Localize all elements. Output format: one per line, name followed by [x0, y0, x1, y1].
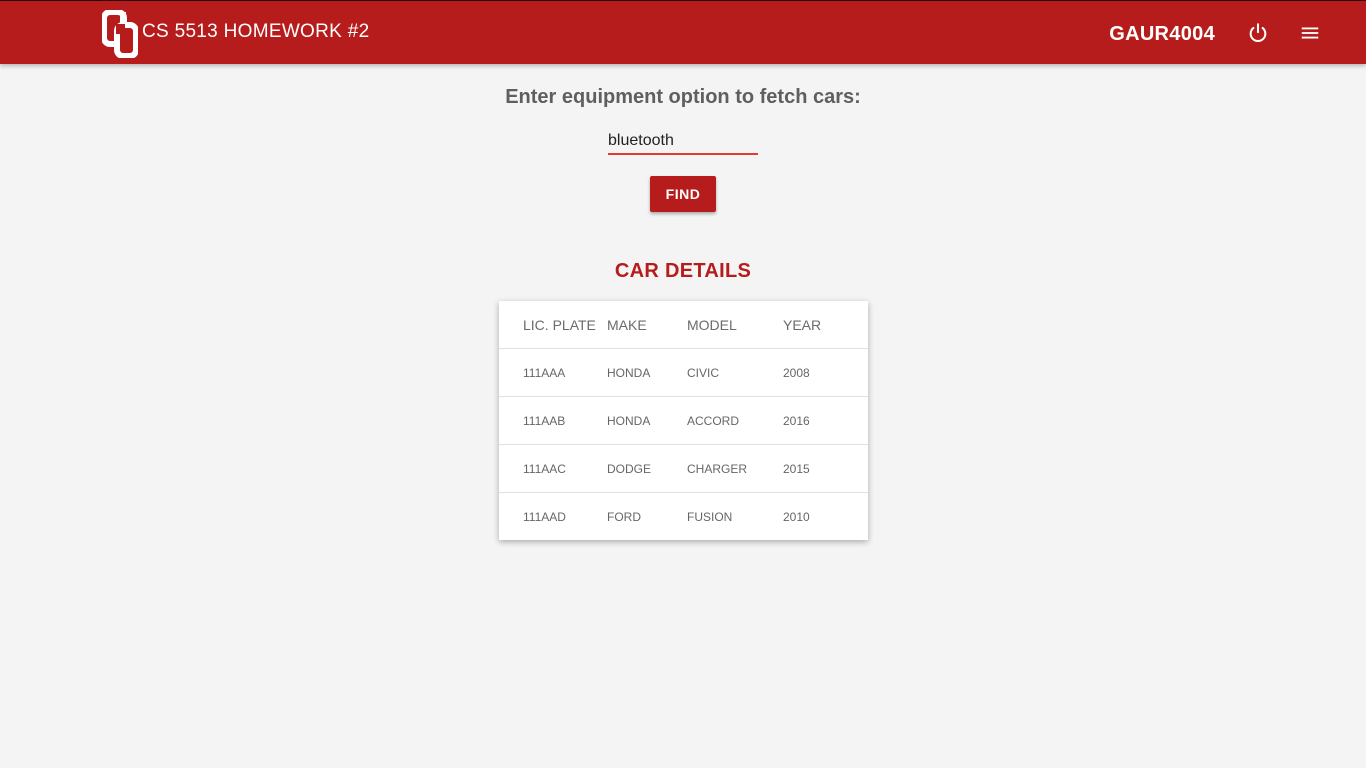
cell-plate: 111AAB	[499, 396, 607, 445]
cell-make: HONDA	[607, 396, 687, 445]
ou-logo-icon[interactable]	[102, 10, 138, 58]
cell-plate: 111AAD	[523, 509, 566, 524]
column-header-make: MAKE	[607, 301, 687, 349]
cell-model: ACCORD	[687, 396, 783, 445]
table-row: 111AAD FORD FUSION 2010	[499, 493, 868, 541]
cell-year: 2015	[783, 444, 868, 493]
menu-icon	[1301, 27, 1319, 39]
column-header-plate: LIC. PLATE	[499, 301, 607, 349]
cell-model: FUSION	[687, 509, 733, 524]
cell-year: 2008	[783, 348, 868, 397]
cell-year: 2016	[783, 396, 868, 445]
results-title: CAR DETAILS	[614, 260, 752, 282]
column-header-model: MODEL	[687, 301, 783, 349]
car-details-card: LIC. PLATE MAKE MODEL YEAR 111AAA HONDA …	[499, 301, 868, 540]
search-prompt: Enter equipment option to fetch cars:	[505, 86, 861, 108]
table-header-row: LIC. PLATE MAKE MODEL YEAR	[499, 301, 868, 349]
logout-button[interactable]	[1246, 21, 1270, 45]
table-row: 111AAC DODGE CHARGER 2015	[499, 444, 868, 493]
cell-model: CIVIC	[687, 348, 783, 397]
app-title: CS 5513 HOMEWORK #2	[142, 21, 370, 42]
cell-plate: 111AAC	[499, 444, 607, 493]
cell-make: DODGE	[607, 444, 687, 493]
cell-make: FORD	[607, 509, 641, 524]
cell-plate: 111AAA	[499, 348, 607, 397]
cell-year: 2010	[783, 509, 810, 524]
power-icon	[1249, 23, 1267, 42]
column-header-year: YEAR	[783, 301, 868, 349]
table-row: 111AAA HONDA CIVIC 2008	[499, 348, 868, 397]
cell-model: CHARGER	[687, 444, 783, 493]
menu-button[interactable]	[1298, 21, 1322, 45]
table-row: 111AAB HONDA ACCORD 2016	[499, 396, 868, 445]
username-label: GAUR4004	[1109, 23, 1215, 45]
car-details-table: LIC. PLATE MAKE MODEL YEAR 111AAA HONDA …	[499, 301, 868, 540]
app-header: CS 5513 HOMEWORK #2 GAUR4004	[0, 0, 1366, 64]
find-button[interactable]: FIND	[650, 176, 716, 212]
cell-make: HONDA	[607, 348, 687, 397]
equipment-input[interactable]	[608, 129, 758, 155]
